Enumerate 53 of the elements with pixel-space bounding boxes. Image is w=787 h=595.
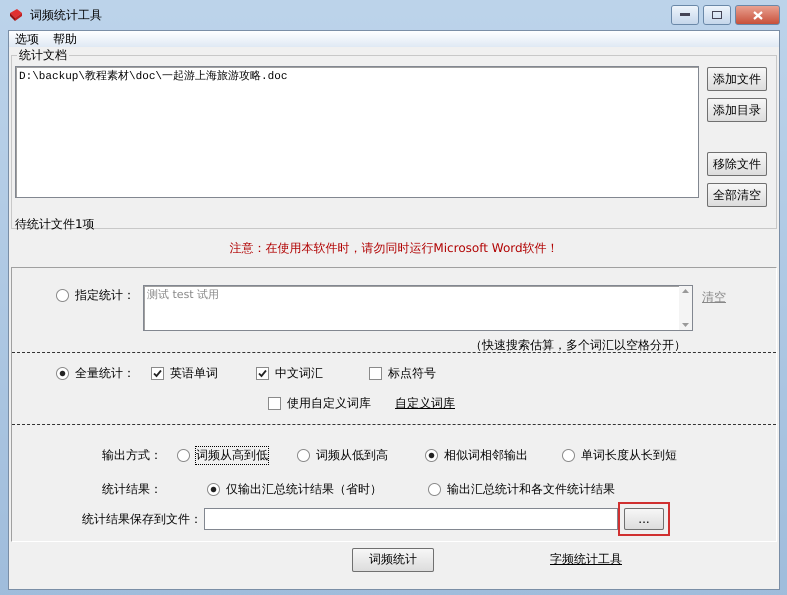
action-button[interactable]: 全部清空 xyxy=(707,183,767,207)
custom-dictionary-link[interactable]: 自定义词库 xyxy=(395,395,455,412)
field-label: 统计结果： xyxy=(102,481,162,498)
checkbox-option[interactable]: 使用自定义词库 xyxy=(268,395,371,412)
window-title: 词频统计工具 xyxy=(30,6,102,24)
checkbox[interactable] xyxy=(268,397,281,410)
radio-option[interactable]: 输出汇总统计和各文件统计结果 xyxy=(428,481,615,498)
file-path[interactable]: D:\backup\教程素材\doc\一起游上海旅游攻略.doc xyxy=(19,68,695,83)
checkbox[interactable] xyxy=(151,367,164,380)
maximize-button[interactable] xyxy=(703,5,731,25)
action-button[interactable]: 添加文件 xyxy=(707,67,767,91)
radio-button[interactable] xyxy=(425,449,438,462)
close-button[interactable] xyxy=(735,5,780,25)
radio-option[interactable]: 词频从低到高 xyxy=(297,447,388,464)
scroll-up-icon[interactable] xyxy=(682,289,689,293)
radio-option[interactable]: 全量统计： xyxy=(56,365,135,382)
file-list[interactable]: D:\backup\教程素材\doc\一起游上海旅游攻略.doc xyxy=(15,66,699,198)
checkbox[interactable] xyxy=(256,367,269,380)
radio-option[interactable]: 相似词相邻输出 xyxy=(425,447,528,464)
scrollbar[interactable] xyxy=(679,286,692,330)
group-title: 统计文档 xyxy=(18,47,68,64)
warning-notice: 注意：在使用本软件时，请勿同时运行Microsoft Word软件！ xyxy=(229,240,559,256)
maximize-icon xyxy=(712,11,722,19)
checkbox-option[interactable]: 中文词汇 xyxy=(256,365,323,382)
menu-item[interactable]: 帮助 xyxy=(53,30,77,48)
radio-option[interactable]: 仅输出汇总统计结果（省时） xyxy=(207,481,382,498)
run-button[interactable]: 词频统计 xyxy=(352,548,434,572)
radio-button[interactable] xyxy=(177,449,190,462)
action-button[interactable]: 添加目录 xyxy=(707,98,767,122)
minimize-icon xyxy=(680,13,690,17)
file-count: 待统计文件1项 xyxy=(15,216,96,233)
radio-option[interactable]: 单词长度从长到短 xyxy=(562,447,677,464)
radio-button[interactable] xyxy=(428,483,441,496)
radio-button[interactable] xyxy=(297,449,310,462)
menu-item[interactable]: 选项 xyxy=(15,30,39,48)
char-frequency-link[interactable]: 字频统计工具 xyxy=(550,551,622,568)
radio-option[interactable]: 词频从高到低 xyxy=(177,447,268,464)
field-label: 统计结果保存到文件： xyxy=(82,510,202,528)
checkbox-option[interactable]: 英语单词 xyxy=(151,365,218,382)
minimize-button[interactable] xyxy=(671,5,699,25)
app-icon xyxy=(8,7,24,23)
field-label: 输出方式： xyxy=(102,447,162,464)
action-button[interactable]: 移除文件 xyxy=(707,152,767,176)
scroll-down-icon[interactable] xyxy=(682,323,689,327)
hint-text: （快速搜索估算，多个词汇以空格分开） xyxy=(470,337,686,354)
output-file-field[interactable] xyxy=(204,508,618,530)
radio-button[interactable] xyxy=(56,367,69,380)
browse-button[interactable]: ... xyxy=(624,508,664,530)
radio-button[interactable] xyxy=(207,483,220,496)
close-icon xyxy=(752,10,762,20)
radio-button[interactable] xyxy=(562,449,575,462)
checkbox-option[interactable]: 标点符号 xyxy=(369,365,436,382)
checkbox[interactable] xyxy=(369,367,382,380)
